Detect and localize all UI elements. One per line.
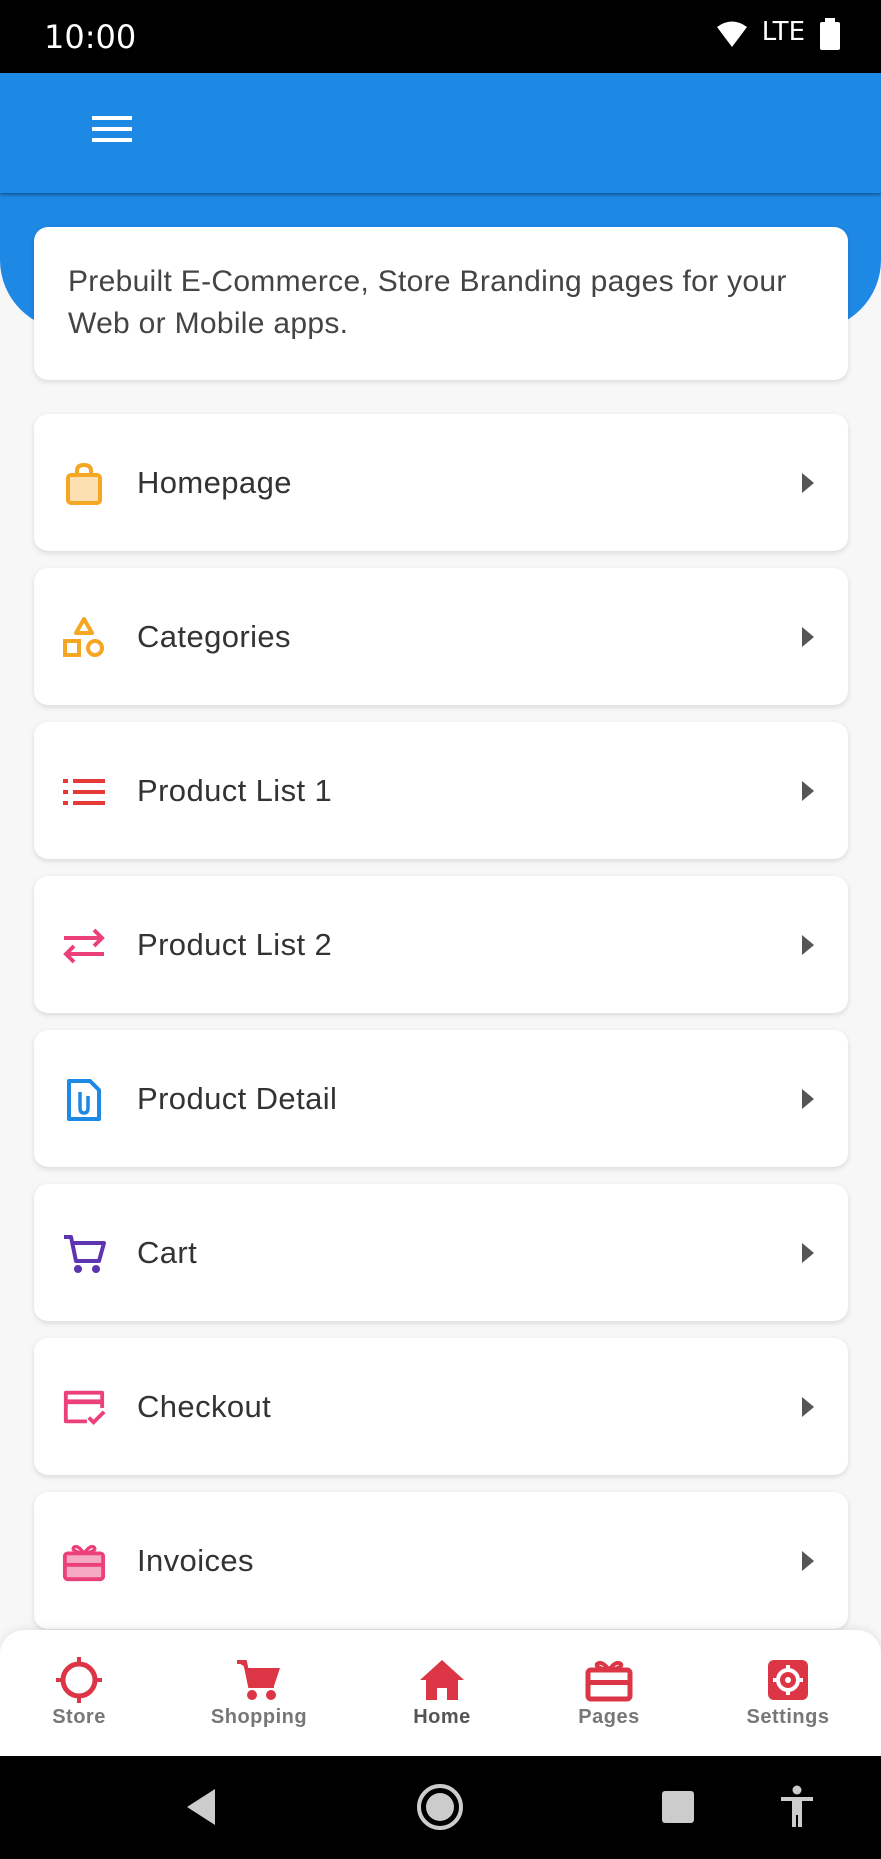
status-time: 10:00 xyxy=(44,18,137,56)
battery-icon xyxy=(819,17,841,55)
menu-item-product-list-1[interactable]: Product List 1 xyxy=(34,722,848,859)
shapes-icon xyxy=(62,616,106,660)
intro-text: Prebuilt E-Commerce, Store Branding page… xyxy=(68,265,787,340)
menu-item-product-list-2[interactable]: Product List 2 xyxy=(34,876,848,1013)
target-icon xyxy=(55,1657,103,1703)
menu-item-label: Product Detail xyxy=(137,1080,338,1116)
intro-card: Prebuilt E-Commerce, Store Branding page… xyxy=(34,227,848,380)
nav-label: Shopping xyxy=(210,1706,308,1728)
nav-label: Home xyxy=(413,1706,471,1728)
nav-item-pages[interactable]: Pages xyxy=(539,1630,679,1756)
menu-item-label: Checkout xyxy=(137,1388,272,1424)
status-bar: 10:00 LTE xyxy=(0,0,881,73)
chevron-right-icon xyxy=(798,780,818,802)
menu-item-label: Homepage xyxy=(137,464,292,500)
nav-item-shopping[interactable]: Shopping xyxy=(189,1630,329,1756)
gift-card-icon xyxy=(585,1658,633,1702)
menu-item-label: Invoices xyxy=(137,1542,254,1578)
gear-icon xyxy=(764,1658,812,1702)
menu-item-homepage[interactable]: Homepage xyxy=(34,414,848,551)
menu-item-label: Categories xyxy=(137,618,291,654)
card-check-icon xyxy=(62,1386,106,1430)
cart-icon xyxy=(62,1232,106,1276)
chevron-right-icon xyxy=(798,472,818,494)
menu-item-invoices[interactable]: Invoices xyxy=(34,1492,848,1629)
app-bar xyxy=(0,73,881,193)
list-icon xyxy=(62,770,106,814)
nav-label: Store xyxy=(52,1706,106,1728)
chevron-right-icon xyxy=(798,1088,818,1110)
wifi-icon xyxy=(716,20,748,53)
hamburger-menu-icon xyxy=(92,114,132,149)
bottom-nav: Store Shopping Home Pages Settings xyxy=(0,1630,881,1756)
network-type: LTE xyxy=(761,17,805,47)
cart-icon xyxy=(235,1658,283,1702)
menu-item-label: Product List 2 xyxy=(137,926,333,962)
nav-label: Settings xyxy=(746,1706,830,1728)
swap-arrows-icon xyxy=(62,924,106,968)
attachment-document-icon xyxy=(62,1078,106,1122)
chevron-right-icon xyxy=(798,1550,818,1572)
menu-list: Homepage Categories Product List 1 Produ… xyxy=(34,414,848,1646)
nav-item-home[interactable]: Home xyxy=(372,1630,512,1756)
chevron-right-icon xyxy=(798,626,818,648)
recents-icon[interactable] xyxy=(653,1782,703,1832)
menu-button[interactable] xyxy=(82,101,142,161)
nav-item-store[interactable]: Store xyxy=(9,1630,149,1756)
menu-item-label: Cart xyxy=(137,1234,198,1270)
chevron-right-icon xyxy=(798,1396,818,1418)
status-icons: LTE xyxy=(716,16,841,56)
shopping-bag-icon xyxy=(62,462,106,506)
home-icon xyxy=(418,1658,466,1702)
nav-label: Pages xyxy=(578,1706,640,1728)
accessibility-icon[interactable] xyxy=(772,1782,822,1832)
chevron-right-icon xyxy=(798,934,818,956)
menu-item-product-detail[interactable]: Product Detail xyxy=(34,1030,848,1167)
home-circle-icon[interactable] xyxy=(415,1782,465,1832)
menu-item-label: Product List 1 xyxy=(137,772,333,808)
back-icon[interactable] xyxy=(176,1782,226,1832)
gift-card-icon xyxy=(62,1540,106,1584)
menu-item-checkout[interactable]: Checkout xyxy=(34,1338,848,1475)
chevron-right-icon xyxy=(798,1242,818,1264)
nav-item-settings[interactable]: Settings xyxy=(718,1630,858,1756)
menu-item-categories[interactable]: Categories xyxy=(34,568,848,705)
system-nav-bar xyxy=(0,1756,881,1859)
menu-item-cart[interactable]: Cart xyxy=(34,1184,848,1321)
